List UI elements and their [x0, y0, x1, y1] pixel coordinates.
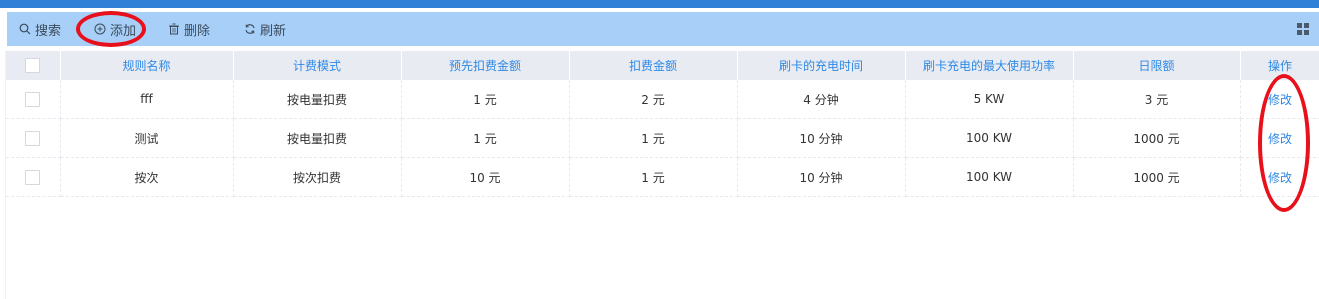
- grid-icon-cell: [1304, 30, 1309, 35]
- cell-mode: 按电量扣费: [233, 118, 402, 158]
- column-header-name[interactable]: 规则名称: [60, 51, 234, 80]
- cell-charge: 1 元: [569, 118, 738, 158]
- column-header-action: 操作: [1240, 51, 1319, 80]
- cell-power: 5 KW: [905, 80, 1074, 119]
- column-header-daily-limit[interactable]: 日限额: [1073, 51, 1241, 80]
- cell-time: 4 分钟: [737, 80, 906, 119]
- cell-name: fff: [60, 80, 234, 119]
- plus-circle-icon: [94, 23, 106, 35]
- column-header-time[interactable]: 刷卡的充电时间: [737, 51, 906, 80]
- cell-mode: 按次扣费: [233, 157, 402, 197]
- table-row: 测试 按电量扣费 1 元 1 元 10 分钟 100 KW 1000 元 修改: [6, 118, 1319, 158]
- select-all-cell: [6, 51, 61, 80]
- cell-charge: 2 元: [569, 80, 738, 119]
- table-header-row: 规则名称 计费模式 预先扣费金额 扣费金额 刷卡的充电时间 刷卡充电的最大使用功…: [6, 51, 1319, 80]
- cell-daily-limit: 1000 元: [1073, 118, 1241, 158]
- trash-icon: [168, 23, 180, 35]
- grid-icon-cell: [1304, 23, 1309, 28]
- cell-prepay: 1 元: [401, 118, 570, 158]
- top-bar: [0, 0, 1319, 8]
- column-header-power[interactable]: 刷卡充电的最大使用功率: [905, 51, 1074, 80]
- column-header-charge[interactable]: 扣费金额: [569, 51, 738, 80]
- refresh-icon: [244, 23, 256, 35]
- edit-link[interactable]: 修改: [1268, 132, 1292, 146]
- cell-time: 10 分钟: [737, 157, 906, 197]
- column-header-mode[interactable]: 计费模式: [233, 51, 402, 80]
- select-all-checkbox[interactable]: [25, 58, 41, 73]
- cell-prepay: 1 元: [401, 80, 570, 119]
- row-select-cell: [6, 118, 61, 158]
- cell-action: 修改: [1240, 157, 1319, 197]
- row-checkbox[interactable]: [25, 130, 41, 146]
- cell-daily-limit: 3 元: [1073, 80, 1241, 119]
- row-checkbox[interactable]: [25, 91, 41, 107]
- column-header-prepay[interactable]: 预先扣费金额: [401, 51, 570, 80]
- refresh-button-label: 刷新: [260, 23, 287, 39]
- cell-mode: 按电量扣费: [233, 80, 402, 119]
- edit-link[interactable]: 修改: [1268, 171, 1292, 185]
- cell-daily-limit: 1000 元: [1073, 157, 1241, 197]
- table-row: 按次 按次扣费 10 元 1 元 10 分钟 100 KW 1000 元 修改: [6, 157, 1319, 197]
- toolbar: 搜索 添加 删除 刷新: [7, 12, 1319, 46]
- row-select-cell: [6, 157, 61, 197]
- cell-prepay: 10 元: [401, 157, 570, 197]
- row-checkbox[interactable]: [25, 169, 41, 185]
- rules-table-container: 规则名称 计费模式 预先扣费金额 扣费金额 刷卡的充电时间 刷卡充电的最大使用功…: [5, 51, 1319, 299]
- cell-power: 100 KW: [905, 157, 1074, 197]
- grid-icon-cell: [1297, 23, 1302, 28]
- edit-link[interactable]: 修改: [1268, 93, 1292, 107]
- cell-action: 修改: [1240, 118, 1319, 158]
- cell-power: 100 KW: [905, 118, 1074, 158]
- rules-table: 规则名称 计费模式 预先扣费金额 扣费金额 刷卡的充电时间 刷卡充电的最大使用功…: [6, 51, 1319, 197]
- row-select-cell: [6, 80, 61, 119]
- search-button[interactable]: 搜索: [19, 12, 61, 46]
- table-row: fff 按电量扣费 1 元 2 元 4 分钟 5 KW 3 元 修改: [6, 80, 1319, 119]
- grid-icon-cell: [1297, 30, 1302, 35]
- cell-name: 测试: [60, 118, 234, 158]
- refresh-button[interactable]: 刷新: [244, 12, 286, 46]
- cell-time: 10 分钟: [737, 118, 906, 158]
- search-icon: [19, 23, 31, 35]
- delete-button[interactable]: 删除: [168, 12, 210, 46]
- cell-charge: 1 元: [569, 157, 738, 197]
- add-button-label: 添加: [110, 23, 137, 39]
- add-button[interactable]: 添加: [94, 12, 136, 46]
- cell-name: 按次: [60, 157, 234, 197]
- grid-icon[interactable]: [1297, 23, 1309, 35]
- cell-action: 修改: [1240, 80, 1319, 119]
- delete-button-label: 删除: [184, 23, 211, 39]
- search-button-label: 搜索: [35, 23, 62, 39]
